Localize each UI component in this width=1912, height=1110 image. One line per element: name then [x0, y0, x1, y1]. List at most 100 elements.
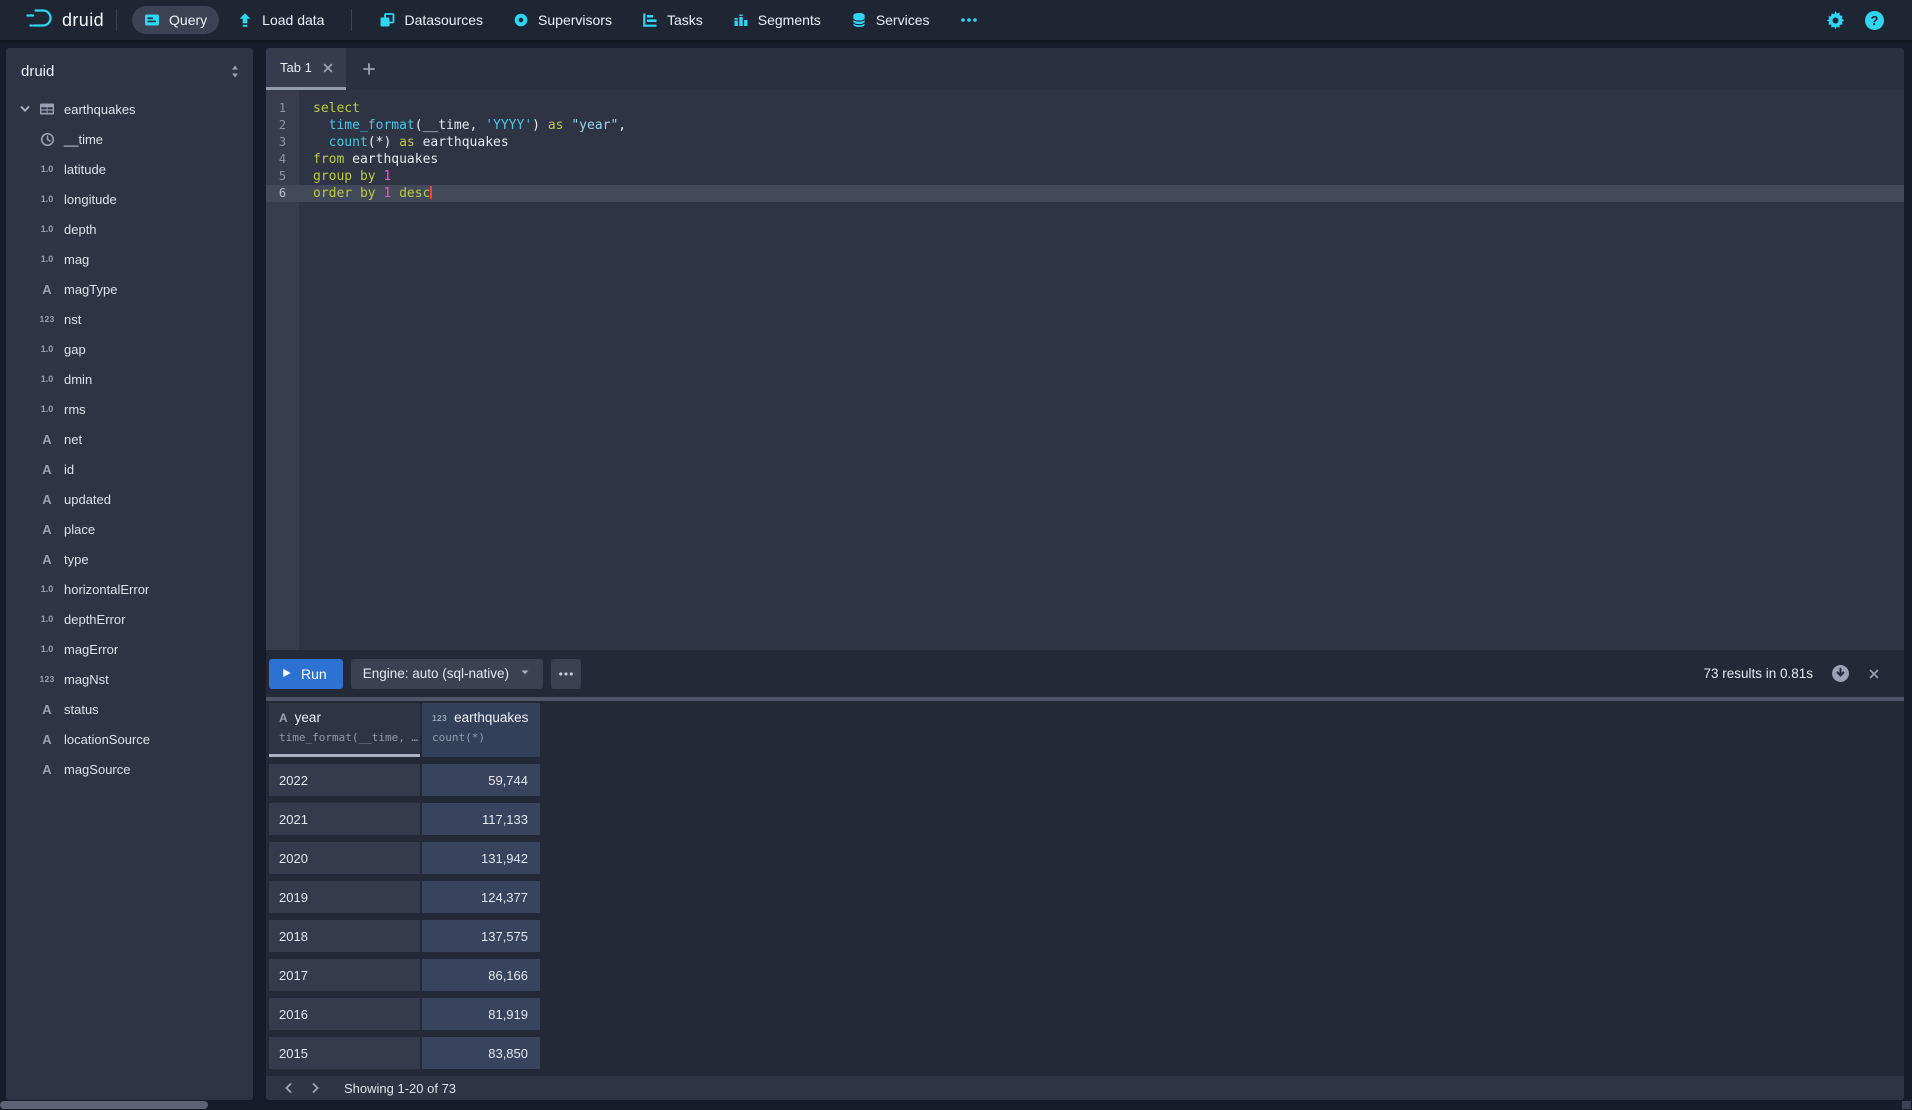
nav-item-segments[interactable]: Segments	[721, 6, 833, 34]
column-row-net[interactable]: Anet	[6, 424, 253, 454]
chevron-down-icon[interactable]	[14, 103, 36, 115]
type-badge-float: 1.0	[36, 194, 58, 204]
type-badge-string: A	[36, 732, 58, 747]
code-line-6[interactable]: 6order by 1 desc	[266, 185, 1904, 202]
column-label: rms	[64, 402, 86, 417]
schema-title: druid	[21, 63, 54, 80]
sort-icon[interactable]	[229, 64, 241, 79]
cell-year[interactable]: 2016	[269, 998, 420, 1030]
column-row-id[interactable]: Aid	[6, 454, 253, 484]
close-icon[interactable]	[322, 62, 334, 74]
cell-year[interactable]: 2017	[269, 959, 420, 991]
column-row-rms[interactable]: 1.0 rms	[6, 394, 253, 424]
code-line-4[interactable]: 4from earthquakes	[266, 151, 1904, 168]
cell-year[interactable]: 2018	[269, 920, 420, 952]
column-label: locationSource	[64, 732, 150, 747]
column-row-depthError[interactable]: 1.0depthError	[6, 604, 253, 634]
upload-icon	[237, 12, 253, 28]
nav-item-datasources[interactable]: Datasources	[367, 6, 495, 34]
code-line-1[interactable]: 1select	[266, 100, 1904, 117]
cell-earthquakes[interactable]: 131,942	[422, 842, 540, 874]
column-row-magType[interactable]: AmagType	[6, 274, 253, 304]
sort-indicator	[269, 754, 420, 757]
cell-year[interactable]: 2021	[269, 803, 420, 835]
column-row-depth[interactable]: 1.0depth	[6, 214, 253, 244]
column-row-status[interactable]: Astatus	[6, 694, 253, 724]
code-line-3[interactable]: 3 count(*) as earthquakes	[266, 134, 1904, 151]
column-row-updated[interactable]: Aupdated	[6, 484, 253, 514]
nav-item-services[interactable]: Services	[839, 6, 942, 34]
type-badge-float: 1.0	[36, 344, 58, 354]
table-icon	[36, 101, 58, 117]
nav-item-more[interactable]	[948, 6, 990, 34]
help-icon[interactable]: ?	[1865, 11, 1884, 30]
column-row-__time[interactable]: __time	[6, 124, 253, 154]
cell-earthquakes[interactable]: 137,575	[422, 920, 540, 952]
run-label: Run	[301, 666, 327, 682]
column-row-longitude[interactable]: 1.0longitude	[6, 184, 253, 214]
column-row-gap[interactable]: 1.0gap	[6, 334, 253, 364]
table-row: 2018137,575	[266, 920, 1904, 952]
column-row-type[interactable]: Atype	[6, 544, 253, 574]
cell-year[interactable]: 2019	[269, 881, 420, 913]
column-name: year	[295, 710, 321, 725]
column-header-year[interactable]: Ayeartime_format(__time, …	[269, 703, 420, 757]
column-row-place[interactable]: Aplace	[6, 514, 253, 544]
type-badge-float: 1.0	[36, 404, 58, 414]
add-tab-button[interactable]	[346, 48, 392, 90]
nav-item-load-data[interactable]: Load data	[225, 6, 336, 34]
type-badge-string: A	[36, 462, 58, 477]
column-row-latitude[interactable]: 1.0latitude	[6, 154, 253, 184]
table-row: 201681,919	[266, 998, 1904, 1030]
datasource-row-earthquakes[interactable]: earthquakes	[6, 94, 253, 124]
nav-label: Query	[169, 12, 207, 28]
engine-select[interactable]: Engine: auto (sql-native)	[351, 659, 543, 689]
column-row-magError[interactable]: 1.0magError	[6, 634, 253, 664]
code-line-5[interactable]: 5group by 1	[266, 168, 1904, 185]
column-row-horizontalError[interactable]: 1.0horizontalError	[6, 574, 253, 604]
result-count: 73 results in 0.81s	[1703, 666, 1813, 681]
cell-earthquakes[interactable]: 59,744	[422, 764, 540, 796]
cell-earthquakes[interactable]: 86,166	[422, 959, 540, 991]
column-row-magSource[interactable]: AmagSource	[6, 754, 253, 784]
prev-page-button[interactable]	[276, 1076, 302, 1100]
database-icon	[851, 12, 867, 28]
sql-editor[interactable]: 1select2 time_format(__time, 'YYYY') as …	[266, 90, 1904, 650]
column-row-magNst[interactable]: 123magNst	[6, 664, 253, 694]
line-code: count(*) as earthquakes	[299, 134, 509, 151]
cell-earthquakes[interactable]: 83,850	[422, 1037, 540, 1069]
nav-item-query[interactable]: Query	[132, 6, 219, 34]
app-logo[interactable]: druid	[24, 6, 104, 35]
column-row-mag[interactable]: 1.0mag	[6, 244, 253, 274]
cell-earthquakes[interactable]: 124,377	[422, 881, 540, 913]
cell-year[interactable]: 2022	[269, 764, 420, 796]
cell-year[interactable]: 2015	[269, 1037, 420, 1069]
column-label: place	[64, 522, 95, 537]
type-badge-string: A	[36, 702, 58, 717]
query-more-button[interactable]	[551, 659, 581, 689]
table-row: 201583,850	[266, 1037, 1904, 1069]
cell-earthquakes[interactable]: 117,133	[422, 803, 540, 835]
cell-year[interactable]: 2020	[269, 842, 420, 874]
line-number: 6	[266, 185, 299, 202]
tab-1[interactable]: Tab 1	[266, 48, 346, 90]
line-number: 1	[266, 100, 299, 117]
column-row-locationSource[interactable]: AlocationSource	[6, 724, 253, 754]
cell-earthquakes[interactable]: 81,919	[422, 998, 540, 1030]
results-pane: Ayeartime_format(__time, …123earthquakes…	[266, 701, 1904, 1100]
download-icon[interactable]	[1831, 664, 1850, 683]
column-row-nst[interactable]: 123nst	[6, 304, 253, 334]
run-button[interactable]: Run	[269, 659, 343, 689]
code-line-2[interactable]: 2 time_format(__time, 'YYYY') as "year",	[266, 117, 1904, 134]
next-page-button[interactable]	[302, 1076, 328, 1100]
table-row: 202259,744	[266, 764, 1904, 796]
table-row: 2020131,942	[266, 842, 1904, 874]
gear-icon[interactable]	[1826, 11, 1845, 30]
horizontal-scrollbar-thumb[interactable]	[0, 1101, 208, 1109]
column-header-earthquakes[interactable]: 123earthquakescount(*)	[422, 703, 540, 757]
column-row-dmin[interactable]: 1.0dmin	[6, 364, 253, 394]
column-name: earthquakes	[454, 710, 528, 725]
nav-item-supervisors[interactable]: Supervisors	[501, 6, 624, 34]
nav-item-tasks[interactable]: Tasks	[630, 6, 715, 34]
results-close-icon[interactable]	[1868, 668, 1880, 680]
